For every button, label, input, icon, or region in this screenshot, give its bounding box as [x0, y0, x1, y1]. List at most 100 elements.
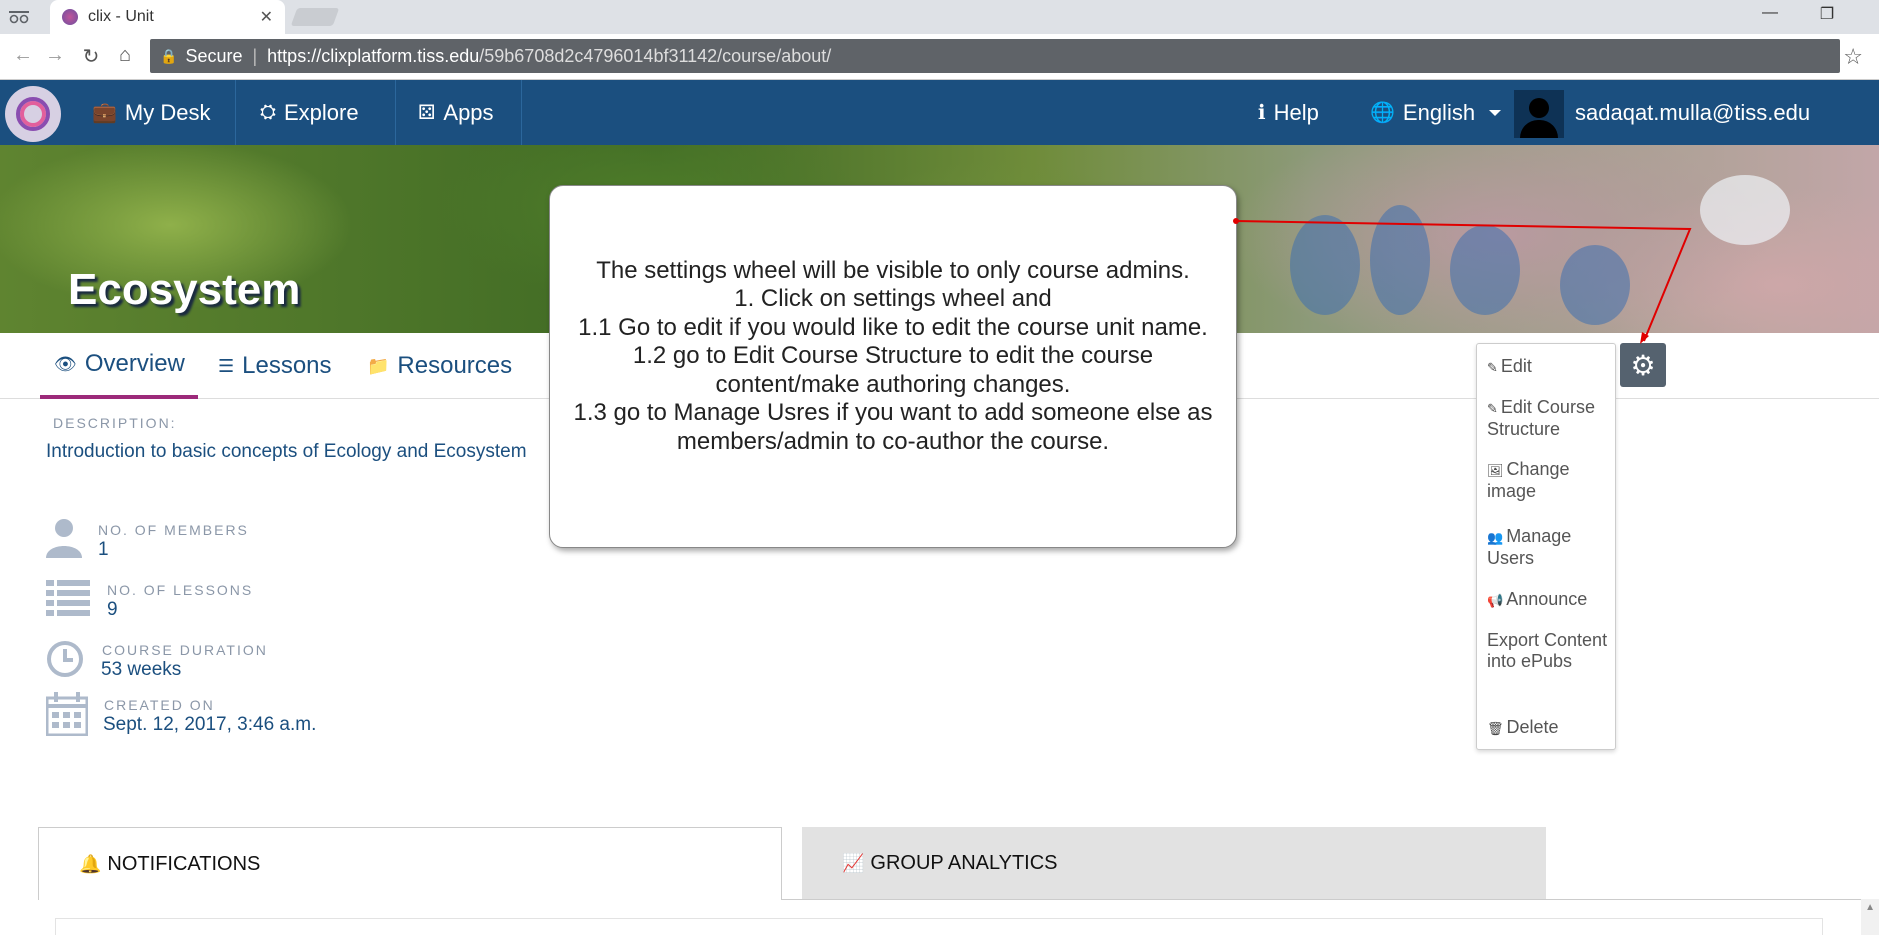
minimize-button[interactable]: — — [1750, 4, 1790, 22]
tooltip-line: 1.1 Go to edit if you would like to edit… — [578, 313, 1208, 341]
bell-icon: 🔔 — [79, 853, 102, 874]
tooltip-line: The settings wheel will be visible to on… — [596, 256, 1190, 284]
eye-icon: 👁 — [54, 353, 77, 374]
home-icon[interactable]: ⌂ — [112, 44, 138, 67]
avatar-head — [1529, 98, 1549, 118]
browser-toolbar: ← → ↻ ⌂ 🔒 Secure | https://clixplatform.… — [0, 34, 1879, 80]
nav-apps[interactable]: ⚄ Apps — [396, 80, 522, 145]
members-label: NO. OF MEMBERS — [98, 522, 249, 538]
settings-gear-button[interactable]: ⚙ — [1620, 343, 1666, 387]
binoculars-icon: ⛭ — [260, 101, 276, 123]
banner-figure — [1700, 175, 1790, 245]
list-icon — [46, 580, 90, 621]
menu-item-edit[interactable]: ✎ Edit — [1487, 356, 1611, 378]
dice-icon: ⚄ — [418, 102, 436, 124]
url-host: https://clixplatform.tiss.edu — [267, 45, 480, 66]
menu-item-announce[interactable]: 📢 Announce — [1487, 589, 1611, 611]
user-email[interactable]: sadaqat.mulla@tiss.edu — [1575, 80, 1810, 145]
tab-notifications-label: NOTIFICATIONS — [107, 852, 261, 875]
calendar-icon — [45, 692, 89, 741]
lock-icon: 🔒 — [160, 47, 178, 64]
panel-divider — [782, 899, 1879, 900]
language-label: English — [1402, 99, 1476, 125]
restore-button[interactable]: ❐ — [1807, 4, 1847, 24]
nav-help-label: Help — [1273, 99, 1319, 125]
address-separator: | — [252, 45, 258, 66]
incognito-icon — [8, 8, 30, 24]
banner-figure — [1290, 215, 1360, 315]
settings-dropdown-menu: ✎ Edit ✎ Edit Course Structure 🖼 Change ima… — [1476, 343, 1616, 750]
user-icon — [46, 518, 82, 563]
scroll-up-icon[interactable]: ▲ — [1865, 902, 1875, 913]
tooltip-line: 1. Click on settings wheel and — [734, 285, 1052, 313]
menu-item-edit-course-structure[interactable]: ✎ Edit Course Structure — [1487, 397, 1611, 440]
users-icon: 👥 — [1487, 530, 1504, 545]
nav-explore[interactable]: ⛭ Explore — [236, 80, 396, 145]
browser-tab-title: clix - Unit — [88, 8, 154, 25]
list-icon: ☰ — [218, 355, 235, 376]
nav-help[interactable]: ℹ Help — [1258, 80, 1319, 145]
course-title: Ecosystem — [68, 265, 301, 314]
duration-value: 53 weeks — [101, 659, 182, 680]
menu-item-delete[interactable]: 🗑 Delete — [1487, 717, 1611, 739]
members-value: 1 — [98, 539, 109, 560]
app-navbar: 💼 My Desk ⛭ Explore ⚄ Apps ℹ Help 🌐 Engl… — [0, 80, 1879, 145]
address-bar[interactable]: 🔒 Secure | https://clixplatform.tiss.edu… — [150, 39, 1840, 73]
language-dropdown[interactable]: 🌐 English — [1370, 80, 1502, 145]
new-tab-button[interactable] — [290, 8, 340, 26]
nav-my-desk[interactable]: 💼 My Desk — [76, 80, 236, 145]
tab-notifications[interactable]: 🔔 NOTIFICATIONS — [38, 827, 782, 900]
tab-resources[interactable]: 📁 Resources — [367, 333, 512, 399]
image-icon: 🖼 — [1487, 463, 1504, 478]
avatar[interactable] — [1514, 90, 1564, 138]
tab-close-icon[interactable]: ✕ — [260, 7, 273, 27]
description-label: DESCRIPTION: — [53, 415, 177, 431]
menu-item-manage-users[interactable]: 👥 Manage Users — [1487, 526, 1611, 569]
gear-icon: ⚙ — [1630, 349, 1656, 381]
reload-icon[interactable]: ↻ — [78, 44, 104, 69]
instruction-tooltip: The settings wheel will be visible to on… — [549, 185, 1237, 548]
browser-tab-bar: clix - Unit ✕ — ❐ — [0, 0, 1879, 34]
created-label: CREATED ON — [104, 697, 215, 713]
banner-figure — [1560, 245, 1630, 325]
tab-overview-label: Overview — [84, 350, 185, 377]
nav-my-desk-label: My Desk — [124, 99, 211, 125]
course-description: Introduction to basic concepts of Ecolog… — [46, 441, 527, 462]
banner-figure — [1370, 205, 1430, 315]
pencil-icon: ✎ — [1487, 401, 1498, 416]
browser-tab[interactable]: clix - Unit ✕ — [50, 0, 285, 34]
clix-logo[interactable] — [5, 86, 61, 142]
chevron-down-icon — [1489, 109, 1502, 116]
menu-item-export-epub[interactable]: Export Content into ePubs — [1487, 630, 1611, 672]
nav-explore-label: Explore — [284, 99, 359, 125]
lessons-value: 9 — [107, 599, 118, 620]
tab-group-analytics-label: GROUP ANALYTICS — [870, 852, 1058, 874]
line-chart-icon: 📈 — [842, 853, 865, 873]
briefcase-icon: 💼 — [92, 102, 117, 124]
url-path: /59b6708d2c4796014bf31142/course/about/ — [479, 45, 832, 66]
panel-content — [55, 918, 1823, 935]
back-arrow-icon[interactable]: ← — [10, 44, 36, 67]
menu-item-edit-label: Edit — [1500, 356, 1532, 376]
duration-label: COURSE DURATION — [102, 642, 268, 658]
bookmark-star-icon[interactable]: ☆ — [1843, 44, 1863, 70]
tab-resources-label: Resources — [397, 352, 513, 379]
tab-overview[interactable]: 👁 Overview — [40, 333, 198, 399]
security-label: Secure — [185, 45, 243, 66]
trash-icon: 🗑 — [1487, 721, 1504, 736]
clix-logo-mark — [16, 97, 50, 131]
created-value: Sept. 12, 2017, 3:46 a.m. — [103, 714, 317, 735]
tab-lessons-label: Lessons — [242, 352, 332, 379]
pencil-icon: ✎ — [1487, 360, 1498, 375]
megaphone-icon: 📢 — [1487, 593, 1504, 608]
tab-lessons[interactable]: ☰ Lessons — [218, 333, 332, 399]
info-icon: ℹ — [1258, 102, 1266, 124]
menu-item-change-image[interactable]: 🖼 Change image — [1487, 459, 1611, 502]
avatar-body — [1520, 120, 1558, 138]
tab-group-analytics[interactable]: 📈 GROUP ANALYTICS — [802, 827, 1546, 900]
forward-arrow-icon[interactable]: → — [42, 44, 68, 67]
tooltip-line: 1.3 go to Manage Usres if you want to ad… — [573, 399, 1213, 455]
menu-item-export-epub-label: Export Content into ePubs — [1487, 630, 1608, 671]
menu-item-delete-label: Delete — [1506, 717, 1559, 737]
globe-icon: 🌐 — [1370, 102, 1395, 124]
